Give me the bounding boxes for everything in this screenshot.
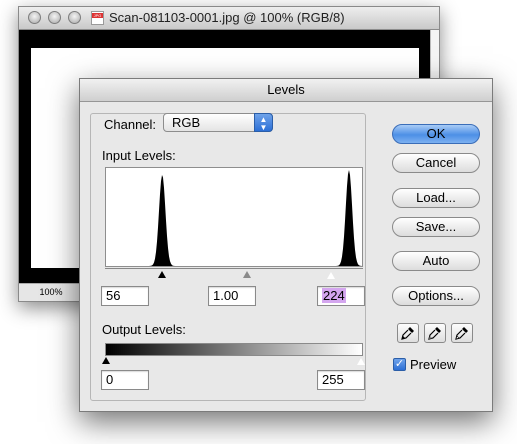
options-button[interactable]: Options... — [392, 286, 480, 306]
ok-button[interactable]: OK — [392, 124, 480, 144]
white-eyedropper-button[interactable] — [451, 323, 473, 343]
output-black-field[interactable]: 0 — [101, 370, 149, 390]
input-gamma-field[interactable]: 1.00 — [208, 286, 256, 306]
gray-eyedropper-icon — [428, 327, 441, 340]
input-slider-track[interactable] — [105, 268, 363, 269]
levels-dialog: Levels Channel: RGB ▲ ▼ Input Levels: 56 … — [79, 78, 493, 412]
save-button[interactable]: Save... — [392, 217, 480, 237]
output-gradient-bar[interactable] — [105, 343, 363, 356]
histogram — [105, 167, 363, 267]
file-icon: JPG — [91, 11, 104, 25]
histogram-graph — [106, 170, 362, 266]
document-titlebar[interactable]: JPG Scan-081103-0001.jpg @ 100% (RGB/8) — [19, 7, 439, 30]
cancel-button[interactable]: Cancel — [392, 153, 480, 173]
document-title: Scan-081103-0001.jpg @ 100% (RGB/8) — [109, 10, 345, 25]
chevron-updown-icon: ▲ ▼ — [254, 113, 273, 132]
output-black-slider-handle[interactable] — [102, 357, 110, 364]
black-eyedropper-button[interactable] — [397, 323, 419, 343]
input-levels-label: Input Levels: — [102, 148, 176, 163]
output-levels-label: Output Levels: — [102, 322, 186, 337]
input-white-field[interactable]: 224 — [317, 286, 365, 306]
black-eyedropper-icon — [401, 327, 414, 340]
channel-select[interactable]: RGB ▲ ▼ — [163, 113, 273, 132]
auto-button[interactable]: Auto — [392, 251, 480, 271]
histogram-area — [106, 170, 362, 266]
input-gamma-slider-handle[interactable] — [243, 271, 251, 278]
preview-checkbox[interactable]: ✓ — [393, 358, 406, 371]
gray-eyedropper-button[interactable] — [424, 323, 446, 343]
output-white-field[interactable]: 255 — [317, 370, 365, 390]
load-button[interactable]: Load... — [392, 188, 480, 208]
minimize-button[interactable] — [48, 11, 61, 24]
zoom-button[interactable] — [68, 11, 81, 24]
zoom-level[interactable]: 100% — [23, 286, 80, 299]
input-black-slider-handle[interactable] — [158, 271, 166, 278]
close-button[interactable] — [28, 11, 41, 24]
channel-label: Channel: — [102, 117, 159, 132]
white-eyedropper-icon — [455, 327, 468, 340]
preview-label: Preview — [410, 357, 457, 372]
output-white-slider-handle[interactable] — [356, 357, 366, 366]
input-white-value: 224 — [322, 288, 346, 303]
channel-value: RGB — [172, 115, 201, 130]
input-black-field[interactable]: 56 — [101, 286, 149, 306]
input-white-slider-handle[interactable] — [326, 271, 336, 280]
dialog-title: Levels — [80, 79, 492, 102]
